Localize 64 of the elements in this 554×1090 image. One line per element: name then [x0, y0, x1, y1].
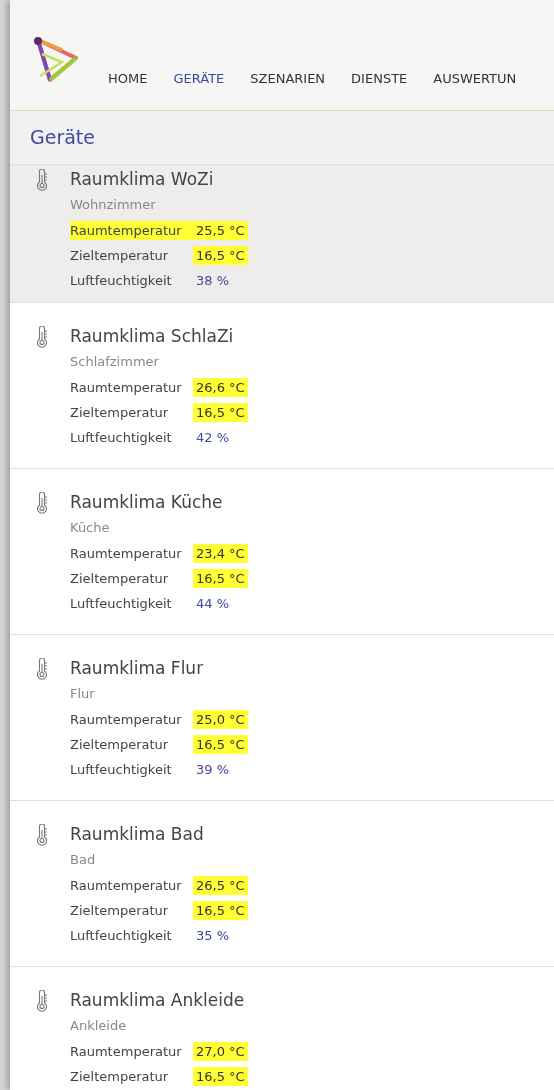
reading-label: Zieltemperatur — [70, 901, 170, 920]
thermometer-icon — [35, 990, 49, 1012]
reading-value: 25,5 °C — [193, 220, 248, 241]
reading-value: 26,6 °C — [193, 377, 248, 398]
reading-value: 42 % — [195, 428, 231, 447]
reading-label: Zieltemperatur — [70, 569, 170, 588]
thermometer-icon — [35, 492, 49, 514]
reading-value: 16,5 °C — [193, 402, 248, 423]
nav-tab[interactable]: GERÄTE — [173, 68, 225, 88]
room-name: Ankleide — [70, 1017, 128, 1035]
device-title: Raumklima WoZi — [70, 168, 215, 191]
device-title: Raumklima Küche — [70, 491, 224, 514]
reading-value: 27,0 °C — [193, 1041, 248, 1062]
room-name: Schlafzimmer — [70, 353, 160, 371]
device-card[interactable]: Raumklima WoZi Wohnzimmer Raumtemperatur 25,5 °C Zieltemperatur 16,5 °C Luftfeuchtigkeit 38 % — [10, 165, 554, 303]
reading-label: Zieltemperatur — [70, 735, 170, 754]
reading-value: 16,5 °C — [193, 245, 248, 266]
page-title: Geräte — [30, 125, 95, 151]
reading-value: 38 % — [195, 271, 231, 290]
reading-value: 23,4 °C — [193, 543, 248, 564]
nav-tab[interactable]: DIENSTE — [351, 68, 408, 88]
reading-label: Luftfeuchtigkeit — [70, 271, 173, 290]
reading-label: Raumtemperatur — [70, 544, 183, 563]
reading-label: Raumtemperatur — [70, 710, 183, 729]
reading-label: Zieltemperatur — [70, 246, 170, 265]
reading-value: 16,5 °C — [193, 568, 248, 589]
device-card[interactable]: Raumklima Bad Bad Raumtemperatur 26,5 °C Zieltemperatur 16,5 °C Luftfeuchtigkeit 35 % — [10, 801, 554, 967]
room-name: Wohnzimmer — [70, 196, 157, 214]
nav-tab[interactable]: SZENARIEN — [250, 68, 326, 88]
device-title: Raumklima Ankleide — [70, 989, 246, 1012]
reading-label: Raumtemperatur — [70, 876, 183, 895]
device-title: Raumklima Bad — [70, 823, 205, 846]
reading-label: Raumtemperatur — [70, 378, 183, 397]
device-card[interactable]: Raumklima SchlaZi Schlafzimmer Raumtemperatur 26,6 °C Zieltemperatur 16,5 °C Luftfeuchtigkeit 42 % — [10, 303, 554, 469]
reading-label: Raumtemperatur — [70, 220, 193, 241]
device-title: Raumklima SchlaZi — [70, 325, 235, 348]
reading-value: 16,5 °C — [193, 734, 248, 755]
reading-value: 44 % — [195, 594, 231, 613]
nav-tab[interactable]: HOME — [108, 68, 148, 88]
nav-tab[interactable]: AUSWERTUN — [433, 68, 517, 88]
room-name: Flur — [70, 685, 96, 703]
room-name: Küche — [70, 519, 111, 537]
reading-value: 26,5 °C — [193, 875, 248, 896]
device-card[interactable]: Raumklima Küche Küche Raumtemperatur 23,4 °C Zieltemperatur 16,5 °C Luftfeuchtigkeit 44 % — [10, 469, 554, 635]
thermometer-icon — [35, 169, 49, 191]
thermometer-icon — [35, 658, 49, 680]
reading-value: 25,0 °C — [193, 709, 248, 730]
reading-label: Luftfeuchtigkeit — [70, 926, 173, 945]
reading-value: 39 % — [195, 760, 231, 779]
reading-label: Luftfeuchtigkeit — [70, 428, 173, 447]
room-name: Bad — [70, 851, 97, 869]
reading-value: 35 % — [195, 926, 231, 945]
device-card[interactable]: Raumklima Flur Flur Raumtemperatur 25,0 °C Zieltemperatur 16,5 °C Luftfeuchtigkeit 39 % — [10, 635, 554, 801]
thermometer-icon — [35, 326, 49, 348]
thermometer-icon — [35, 824, 49, 846]
reading-label: Luftfeuchtigkeit — [70, 594, 173, 613]
reading-label: Zieltemperatur — [70, 1067, 170, 1086]
reading-label: Raumtemperatur — [70, 1042, 183, 1061]
reading-label: Zieltemperatur — [70, 403, 170, 422]
reading-label: Luftfeuchtigkeit — [70, 760, 173, 779]
reading-value: 16,5 °C — [193, 900, 248, 921]
device-card[interactable]: Raumklima Ankleide Ankleide Raumtemperatur 27,0 °C Zieltemperatur 16,5 °C — [10, 967, 554, 1090]
reading-value: 16,5 °C — [193, 1066, 248, 1087]
device-title: Raumklima Flur — [70, 657, 205, 680]
